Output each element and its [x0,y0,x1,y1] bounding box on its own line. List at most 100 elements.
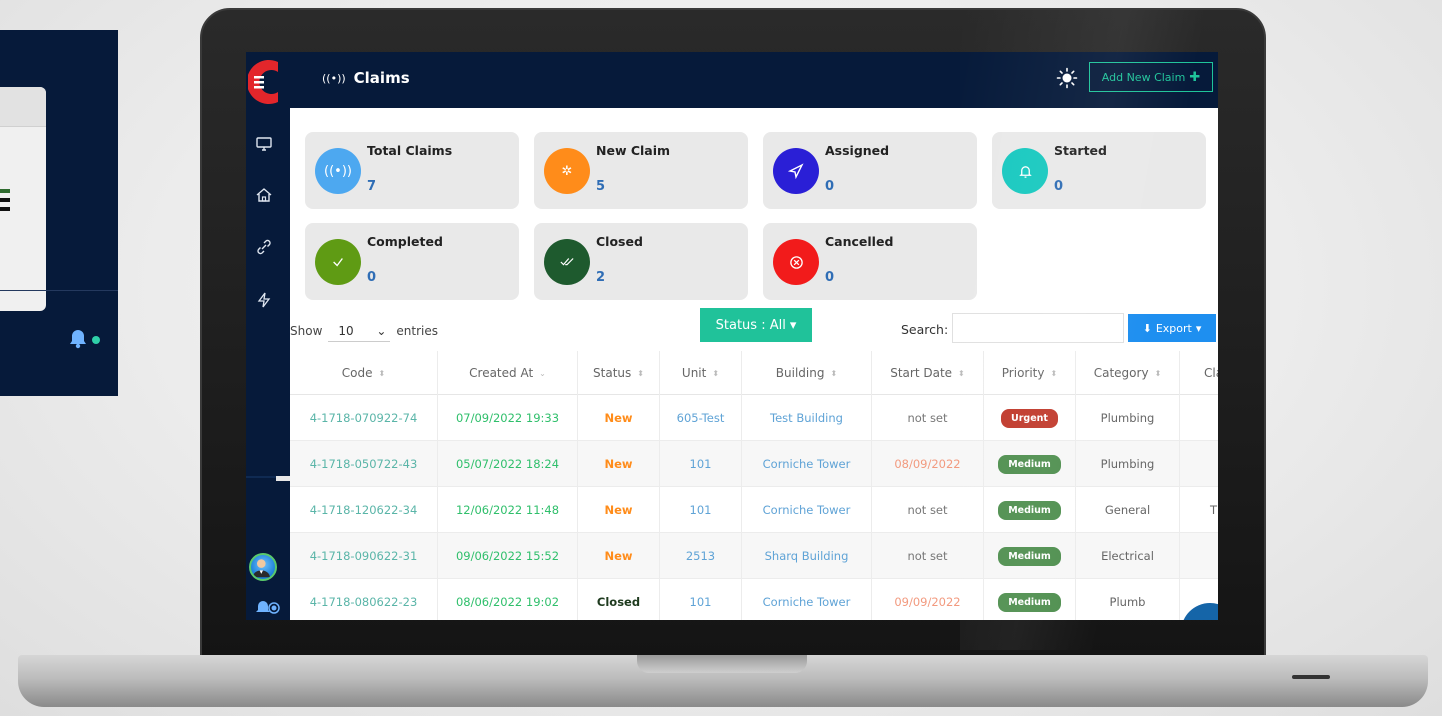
priority-cell: Urgent [984,395,1076,441]
show-label: Show [290,324,323,338]
lightning-icon[interactable] [254,290,274,310]
add-new-claim-button[interactable]: Add New Claim ✚ [1089,62,1213,92]
status-cell: New [578,395,660,441]
status-cell: Closed [578,579,660,620]
stat-value: 2 [596,270,606,285]
code-cell: 4-1718-090622-31 [290,533,438,579]
stat-card-total-claims[interactable]: ((•)) Total Claims 7 [305,132,519,209]
priority-cell: Medium [984,487,1076,533]
user-portrait-icon [252,559,270,578]
start-cell: 08/09/2022 [872,441,984,487]
priority-badge: Medium [998,500,1061,520]
laptop-vent [1292,675,1330,679]
column-header-truncated[interactable]: Cla [1180,351,1218,395]
column-header-created-at[interactable]: Created At ⌄ [438,351,578,395]
building-cell: Corniche Tower [742,579,872,620]
priority-badge: Medium [998,592,1061,612]
stat-value: 7 [367,179,377,194]
sun-icon[interactable] [1056,67,1078,89]
stat-label: Assigned [825,143,890,158]
table-row[interactable]: 4-1718-070922-74 07/09/2022 19:33 New 605-T… [290,395,1218,441]
extra-cell [1180,441,1218,487]
table-row[interactable]: 4-1718-120622-34 12/06/2022 11:48 New 101 Co… [290,487,1218,533]
column-header-unit[interactable]: Unit ⬍ [660,351,742,395]
flag-icon [0,189,10,211]
sort-icon: ⬍ [378,368,386,378]
status-cell: New [578,441,660,487]
priority-badge: Medium [998,546,1061,566]
unit-cell: 101 [660,487,742,533]
stat-value: 0 [825,179,835,194]
stat-label: Completed [367,234,443,249]
double-check-icon [544,239,590,285]
code-cell: 4-1718-120622-34 [290,487,438,533]
priority-cell: Medium [984,579,1076,620]
link-icon[interactable] [254,237,274,257]
stat-label: Started [1054,143,1107,158]
sidebar [246,52,294,620]
stat-label: Cancelled [825,234,894,249]
stat-value: 0 [825,270,835,285]
user-avatar[interactable] [249,553,277,581]
stat-card-assigned[interactable]: Assigned 0 [763,132,977,209]
stat-card-cancelled[interactable]: Cancelled 0 [763,223,977,300]
table-row[interactable]: 4-1718-050722-43 05/07/2022 18:24 New 101 Co… [290,441,1218,487]
stat-card-new-claim[interactable]: ✲ New Claim 5 [534,132,748,209]
stat-label: Closed [596,234,643,249]
status-filter-button[interactable]: Status : All ▾ [700,308,812,342]
entries-select[interactable]: 10 ⌄ [328,320,391,342]
top-bar: ((•)) Claims Add New Claim ✚ [290,52,1218,108]
unit-cell: 2513 [660,533,742,579]
start-cell: not set [872,533,984,579]
start-cell: not set [872,395,984,441]
home-icon[interactable] [254,185,274,205]
column-header-category[interactable]: Category ⬍ [1076,351,1180,395]
unit-cell: 101 [660,579,742,620]
chat-bubble-icon [1195,617,1218,620]
stat-card-completed[interactable]: Completed 0 [305,223,519,300]
priority-cell: Medium [984,441,1076,487]
export-button[interactable]: ⬇ Export ▾ [1128,314,1216,342]
bell-icon [1002,148,1048,194]
notification-bell-icon[interactable] [66,327,106,349]
export-label: Export [1155,321,1192,335]
start-cell: not set [872,487,984,533]
code-cell: 4-1718-070922-74 [290,395,438,441]
app-screen: ((•)) Claims Add New Claim ✚ ((•)) Total… [246,52,1218,620]
sort-icon: ⬍ [637,368,644,378]
status-filter-label: Status : All [715,317,786,333]
category-cell: Electrical [1076,533,1180,579]
background-divider [0,290,118,291]
unit-cell: 605-Test [660,395,742,441]
search-input[interactable] [952,313,1124,343]
category-cell: Plumbing [1076,441,1180,487]
entries-value: 10 [338,323,354,338]
column-header-start-date[interactable]: Start Date ⬍ [872,351,984,395]
building-cell: Test Building [742,395,872,441]
background-card [0,87,46,311]
broadcast-icon: ((•)) [322,71,346,85]
table-body: 4-1718-070922-74 07/09/2022 19:33 New 605-T… [290,395,1218,620]
created-cell: 08/06/2022 19:02 [438,579,578,620]
app-logo-icon[interactable] [248,58,282,106]
add-new-claim-label: Add New Claim [1101,70,1186,84]
stat-value: 5 [596,179,606,194]
claims-table: Code ⬍ Created At ⌄ Status ⬍ Unit ⬍ Building… [290,351,1218,620]
column-header-priority[interactable]: Priority ⬍ [984,351,1076,395]
building-cell: Corniche Tower [742,487,872,533]
check-icon [315,239,361,285]
column-header-code[interactable]: Code ⬍ [290,351,438,395]
column-header-status[interactable]: Status ⬍ [578,351,660,395]
stat-card-started[interactable]: Started 0 [992,132,1206,209]
category-cell: Plumbing [1076,395,1180,441]
table-row[interactable]: 4-1718-090622-31 09/06/2022 15:52 New 2513 S… [290,533,1218,579]
code-cell: 4-1718-080622-23 [290,579,438,620]
download-icon: ⬇ [1142,321,1152,335]
column-header-building[interactable]: Building ⬍ [742,351,872,395]
sidebar-notification-icon[interactable] [254,598,282,616]
stat-value: 0 [1054,179,1064,194]
stat-card-closed[interactable]: Closed 2 [534,223,748,300]
monitor-icon[interactable] [254,134,274,154]
caret-down-icon: ▾ [1195,321,1202,335]
table-row[interactable]: 4-1718-080622-23 08/06/2022 19:02 Closed 10… [290,579,1218,620]
